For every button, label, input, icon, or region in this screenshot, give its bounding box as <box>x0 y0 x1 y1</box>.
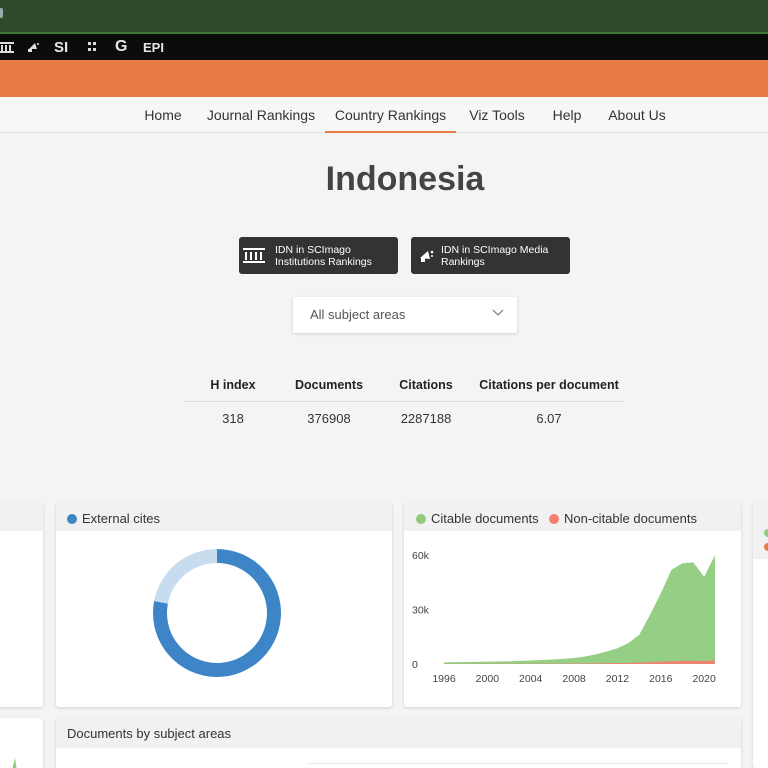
subject-area-select[interactable]: All subject areas <box>293 297 517 333</box>
institutions-rankings-label: IDN in SCImago Institutions Rankings <box>275 243 372 268</box>
page-title: Indonesia <box>325 160 485 198</box>
nav-help[interactable]: Help <box>548 97 586 133</box>
left-bottom-partial-card <box>0 718 43 768</box>
site-header-band <box>0 60 768 97</box>
chevron-down-icon <box>491 305 505 322</box>
y-tick-label: 30k <box>412 605 430 617</box>
noncitable-legend[interactable]: Non-citable documents <box>549 511 697 526</box>
citations-per-document-value: 6.07 <box>536 411 562 426</box>
nav-journal-rankings[interactable]: Journal Rankings <box>205 97 317 133</box>
citations-header: Citations <box>399 378 453 392</box>
card-header <box>0 503 43 531</box>
nav-about-us[interactable]: About Us <box>606 97 668 133</box>
browser-tab-bar <box>0 0 768 34</box>
institution-logo-icon[interactable] <box>0 34 14 60</box>
documents-by-subject-card: Documents by subject areas <box>56 718 741 768</box>
nav-country-rankings[interactable]: Country Rankings <box>325 97 456 133</box>
legend-label: Non-citable documents <box>564 511 697 526</box>
legend-swatch <box>549 513 559 524</box>
x-tick-label: 2000 <box>476 673 500 685</box>
external-cites-card: External cites <box>56 503 392 707</box>
subject-area-value: All subject areas <box>310 307 406 322</box>
nav-home[interactable]: Home <box>140 97 186 133</box>
y-tick-label: 60k <box>412 550 430 562</box>
megaphone-icon <box>411 248 441 264</box>
y-tick-label: 0 <box>412 659 418 671</box>
bookmark-logo-strip: SI G EPI <box>0 34 768 60</box>
legend-label: Citable documents <box>431 511 539 526</box>
partial-chart-sliver <box>12 758 17 768</box>
srcr-logo-icon[interactable] <box>86 34 98 60</box>
institutions-rankings-button[interactable]: IDN in SCImago Institutions Rankings <box>239 237 398 274</box>
legend-label: External cites <box>82 511 161 526</box>
nav-viz-tools[interactable]: Viz Tools <box>466 97 528 133</box>
citations-value: 2287188 <box>400 411 452 426</box>
partial-legend-dot-green <box>764 529 768 537</box>
right-partial-card <box>753 503 768 768</box>
x-tick-label: 1996 <box>432 673 456 685</box>
x-tick-label: 2008 <box>562 673 586 685</box>
g-logo[interactable]: G <box>115 34 127 60</box>
media-rankings-button[interactable]: IDN in SCImago Media Rankings <box>411 237 570 274</box>
partial-legend-dot-orange <box>764 543 768 551</box>
media-rankings-label: IDN in SCImago Media Rankings <box>441 243 549 268</box>
external-cites-legend[interactable]: External cites <box>67 511 160 526</box>
documents-value: 376908 <box>307 411 351 426</box>
citable-documents-area <box>444 555 715 664</box>
h-index-header: H index <box>210 378 256 392</box>
x-tick-label: 2012 <box>606 673 630 685</box>
citable-legend[interactable]: Citable documents <box>416 511 539 526</box>
documents-by-subject-title: Documents by subject areas <box>67 726 232 741</box>
si-logo[interactable]: SI <box>54 34 68 60</box>
subject-chart-axis <box>309 763 729 764</box>
citations-per-document-header: Citations per document <box>479 378 619 392</box>
x-tick-label: 2016 <box>649 673 673 685</box>
documents-header: Documents <box>294 378 364 392</box>
media-logo-icon[interactable] <box>25 34 41 60</box>
epi-logo[interactable]: EPI <box>143 34 164 60</box>
main-nav: Home Journal Rankings Country Rankings V… <box>0 97 768 133</box>
x-tick-label: 2004 <box>519 673 543 685</box>
legend-swatch <box>67 513 77 524</box>
external-cites-donut <box>153 549 281 677</box>
legend-swatch <box>416 513 426 524</box>
table-divider <box>184 401 624 402</box>
citable-documents-chart: 0 30k 60k 1996 2000 2004 2008 2012 2016 2020 <box>412 550 716 685</box>
tab-edge <box>0 8 3 18</box>
citable-documents-card: Citable documents Non-citable documents … <box>404 503 741 707</box>
self-cites-slice <box>154 549 217 604</box>
left-partial-card <box>0 503 43 707</box>
x-tick-label: 2020 <box>692 673 716 685</box>
institution-icon <box>239 247 269 264</box>
h-index-value: 318 <box>222 411 244 426</box>
